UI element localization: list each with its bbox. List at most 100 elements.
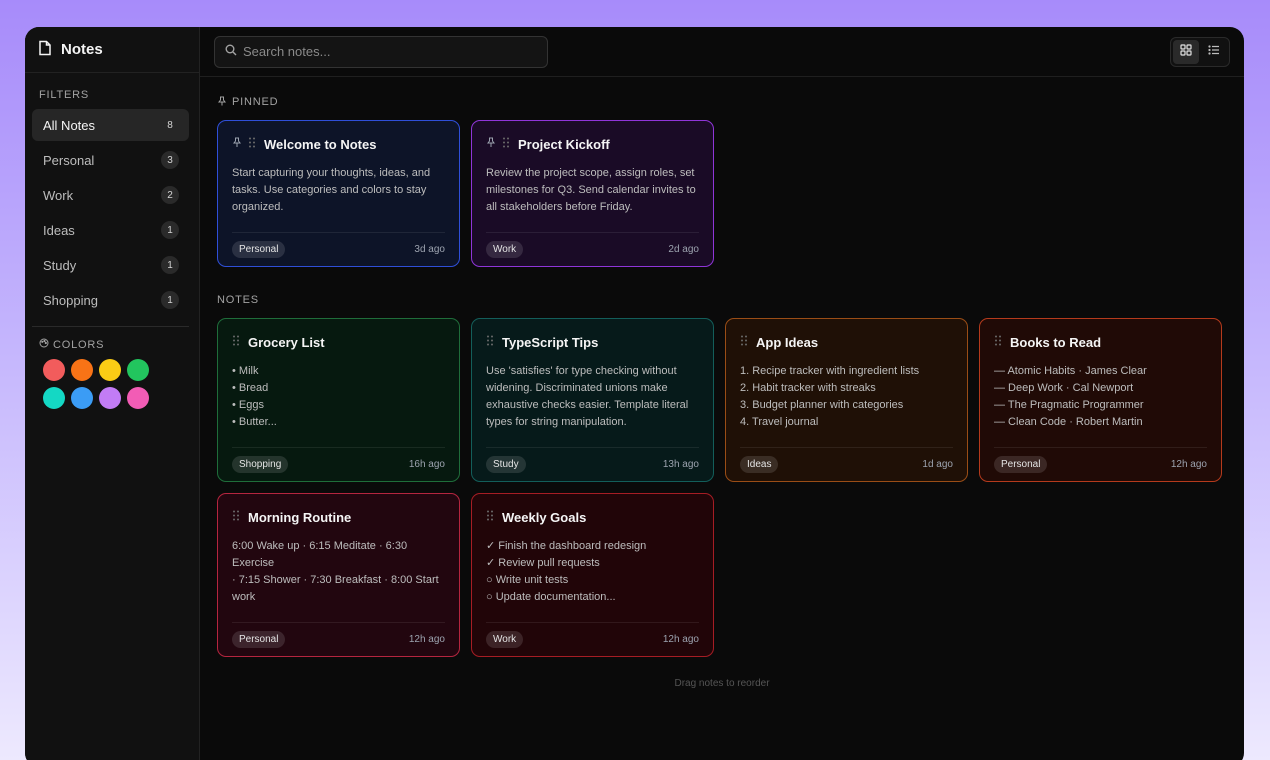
note-line: Review the project scope, assign roles, … <box>486 165 699 182</box>
view-toggle <box>1170 37 1230 67</box>
drag-handle-icon[interactable] <box>232 508 240 526</box>
note-line: 2. Habit tracker with streaks <box>740 380 953 397</box>
drag-handle-icon[interactable] <box>994 333 1002 351</box>
color-swatch[interactable] <box>43 359 65 381</box>
note-line: ✓ Finish the dashboard redesign <box>486 538 699 555</box>
drag-handle-icon[interactable] <box>232 333 240 351</box>
card-header: Weekly Goals <box>486 508 699 526</box>
note-line: types for string manipulation. <box>486 414 699 431</box>
note-line: ✓ Review pull requests <box>486 555 699 572</box>
filters-label: FILTERS <box>25 73 199 109</box>
note-preview: Use 'satisfies' for type checking withou… <box>486 363 699 447</box>
note-card[interactable]: Books to Read — Atomic Habits · James Cle… <box>979 318 1222 482</box>
card-footer: Personal3d ago <box>232 232 445 266</box>
note-title: Grocery List <box>248 335 325 350</box>
note-card[interactable]: Welcome to Notes Start capturing your tho… <box>217 120 460 267</box>
color-swatch[interactable] <box>71 359 93 381</box>
note-line: ○ Write unit tests <box>486 572 699 589</box>
list-view-button[interactable] <box>1201 40 1227 64</box>
color-swatch[interactable] <box>127 387 149 409</box>
card-footer: Personal12h ago <box>232 622 445 656</box>
pinned-header: PINNED <box>217 95 1227 109</box>
card-footer: Study13h ago <box>486 447 699 481</box>
notes-content: PINNED Welcome to Notes Start capturing y… <box>200 77 1244 760</box>
note-title: Books to Read <box>1010 335 1101 350</box>
color-swatches <box>25 359 175 409</box>
search-input[interactable] <box>243 44 537 59</box>
color-swatch[interactable] <box>71 387 93 409</box>
note-line: widening. Discriminated unions make <box>486 380 699 397</box>
drag-handle-icon[interactable] <box>248 135 256 153</box>
filter-list: All Notes 8 Personal 3 Work 2 Ideas 1 St… <box>25 109 199 316</box>
pin-icon[interactable] <box>486 135 496 153</box>
filter-personal[interactable]: Personal 3 <box>32 144 189 176</box>
note-preview: 1. Recipe tracker with ingredient lists2… <box>740 363 953 447</box>
note-card[interactable]: Grocery List• Milk• Bread• Eggs• Butter.… <box>217 318 460 482</box>
note-preview: Start capturing your thoughts, ideas, an… <box>232 165 445 232</box>
grid-view-button[interactable] <box>1173 40 1199 64</box>
filter-shopping[interactable]: Shopping 1 <box>32 284 189 316</box>
filter-label: All Notes <box>43 118 95 133</box>
filter-count: 1 <box>161 291 179 309</box>
note-timestamp: 12h ago <box>409 634 445 645</box>
category-tag: Work <box>486 241 523 258</box>
note-line: ○ Update documentation... <box>486 589 699 606</box>
filter-study[interactable]: Study 1 <box>32 249 189 281</box>
card-footer: Shopping16h ago <box>232 447 445 481</box>
note-icon <box>37 40 53 60</box>
filter-label: Personal <box>43 153 94 168</box>
note-title: TypeScript Tips <box>502 335 598 350</box>
filter-all-notes[interactable]: All Notes 8 <box>32 109 189 141</box>
note-timestamp: 1d ago <box>922 459 953 470</box>
note-card[interactable]: Morning Routine6:00 Wake up · 6:15 Medit… <box>217 493 460 657</box>
note-preview: 6:00 Wake up · 6:15 Meditate · 6:30 Exer… <box>232 538 445 622</box>
colors-header: COLORS <box>25 327 199 359</box>
sidebar: Notes FILTERS All Notes 8 Personal 3 Wor… <box>25 27 200 760</box>
note-title: Project Kickoff <box>518 137 610 152</box>
note-line: • Milk <box>232 363 445 380</box>
filter-label: Study <box>43 258 76 273</box>
card-footer: Work2d ago <box>486 232 699 266</box>
note-timestamp: 16h ago <box>409 459 445 470</box>
color-swatch[interactable] <box>43 387 65 409</box>
category-tag: Personal <box>994 456 1047 473</box>
filter-count: 3 <box>161 151 179 169</box>
note-card[interactable]: App Ideas 1. Recipe tracker with ingredie… <box>725 318 968 482</box>
card-footer: Work12h ago <box>486 622 699 656</box>
filter-ideas[interactable]: Ideas 1 <box>32 214 189 246</box>
pinned-label: PINNED <box>232 96 278 108</box>
list-icon <box>1208 43 1220 61</box>
card-header: Project Kickoff <box>486 135 699 153</box>
note-line: Use 'satisfies' for type checking withou… <box>486 363 699 380</box>
category-tag: Study <box>486 456 526 473</box>
note-line: Start capturing your thoughts, ideas, an… <box>232 165 445 182</box>
note-line: all stakeholders before Friday. <box>486 199 699 216</box>
notes-header: NOTES <box>217 293 1227 307</box>
main-area: PINNED Welcome to Notes Start capturing y… <box>200 27 1244 760</box>
drag-handle-icon[interactable] <box>486 333 494 351</box>
filter-label: Ideas <box>43 223 75 238</box>
color-swatch[interactable] <box>99 387 121 409</box>
note-line: — Atomic Habits · James Clear <box>994 363 1207 380</box>
pin-icon[interactable] <box>232 135 242 153</box>
palette-icon <box>39 338 49 351</box>
note-card[interactable]: Weekly Goals ✓ Finish the dashboard redes… <box>471 493 714 657</box>
card-header: Grocery List <box>232 333 445 351</box>
card-header: TypeScript Tips <box>486 333 699 351</box>
card-header: Welcome to Notes <box>232 135 445 153</box>
card-footer: Ideas1d ago <box>740 447 953 481</box>
card-header: App Ideas <box>740 333 953 351</box>
note-card[interactable]: Project Kickoff Review the project scope,… <box>471 120 714 267</box>
filter-work[interactable]: Work 2 <box>32 179 189 211</box>
reorder-hint: Drag notes to reorder <box>200 678 1244 689</box>
note-line: — Clean Code · Robert Martin <box>994 414 1207 431</box>
note-line: milestones for Q3. Send calendar invites… <box>486 182 699 199</box>
note-line: · 7:15 Shower · 7:30 Breakfast · 8:00 St… <box>232 572 445 589</box>
drag-handle-icon[interactable] <box>502 135 510 153</box>
color-swatch[interactable] <box>127 359 149 381</box>
note-card[interactable]: TypeScript Tips Use 'satisfies' for type … <box>471 318 714 482</box>
note-line: 1. Recipe tracker with ingredient lists <box>740 363 953 380</box>
color-swatch[interactable] <box>99 359 121 381</box>
drag-handle-icon[interactable] <box>486 508 494 526</box>
drag-handle-icon[interactable] <box>740 333 748 351</box>
